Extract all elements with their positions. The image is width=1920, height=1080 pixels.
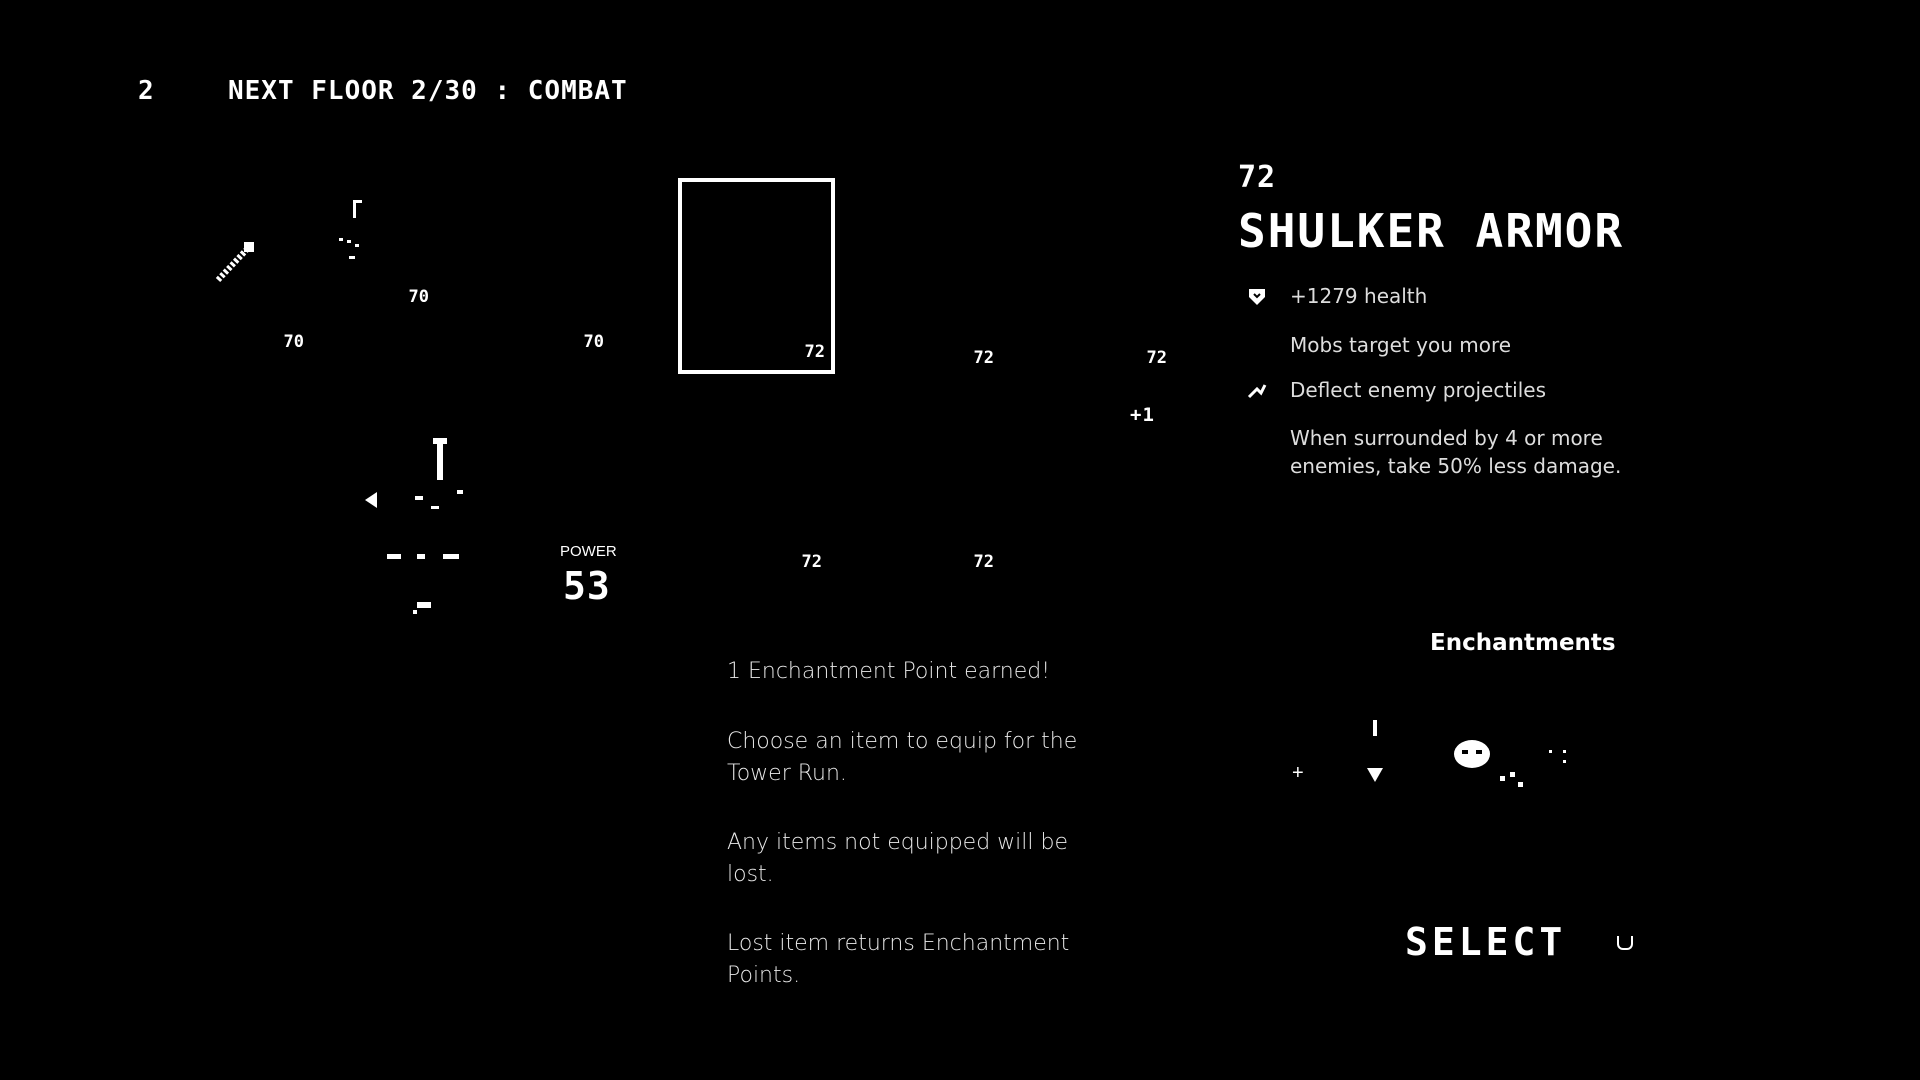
select-button[interactable]: SELECT [1405,920,1566,964]
add-enchantment-icon[interactable]: + [1292,762,1304,785]
floor-number: 2 [138,76,155,106]
slot-level: 72 [804,342,825,362]
enchantment-slot-3-icon[interactable] [1545,742,1575,772]
slot-level: 70 [283,332,304,352]
slot-extra-1[interactable]: 72 [678,400,828,580]
sword-icon [215,242,254,283]
enchantments-title: Enchantments [1430,630,1616,656]
item-name: SHULKER ARMOR [1238,204,1625,258]
info-enchantment-earned: 1 Enchantment Point earned! [727,659,1051,684]
stat-surrounded: When surrounded by 4 or more enemies, ta… [1290,426,1622,478]
slot-artifact-1[interactable]: 70 [460,180,610,360]
slot-level: 70 [408,287,429,307]
shield-heart-icon [1249,289,1265,305]
slot-level: 72 [801,552,822,572]
info-items-lost: Any items not equipped will be lost. [727,830,1068,887]
slot-level: 72 [1146,348,1167,368]
slot-level: 72 [973,348,994,368]
stat-mobs-target: Mobs target you more [1290,333,1512,357]
slot-artifact-3[interactable]: 72 [1023,196,1173,376]
slot-level: 70 [583,332,604,352]
deflect-icon [1247,384,1267,399]
item-power: 72 [1238,160,1277,195]
power-label: POWER [560,543,617,560]
controller-button-icon [1617,936,1633,950]
info-lost-item-returns: Lost item returns Enchantment Points. [727,931,1070,988]
slot-armor-selected[interactable]: 72 [678,178,835,374]
info-choose-item: Choose an item to equip for the Tower Ru… [727,729,1078,786]
slot-ranged[interactable]: 70 [275,165,435,315]
power-value: 53 [563,564,611,608]
bonus-indicator: +1 [1130,404,1155,426]
hero-character-icon [365,438,463,614]
enchantment-slot-1-icon[interactable] [1355,718,1395,790]
slot-level: 72 [973,552,994,572]
enchantment-slot-2-icon[interactable] [1450,722,1530,802]
stat-health: +1279 health [1290,284,1428,308]
slot-artifact-2[interactable]: 72 [850,196,1000,376]
stat-deflect: Deflect enemy projectiles [1290,378,1547,402]
next-floor-title: NEXT FLOOR 2/30 : COMBAT [228,76,628,106]
slot-extra-2[interactable]: 72 [850,400,1000,580]
crossbow-icon [339,199,362,259]
